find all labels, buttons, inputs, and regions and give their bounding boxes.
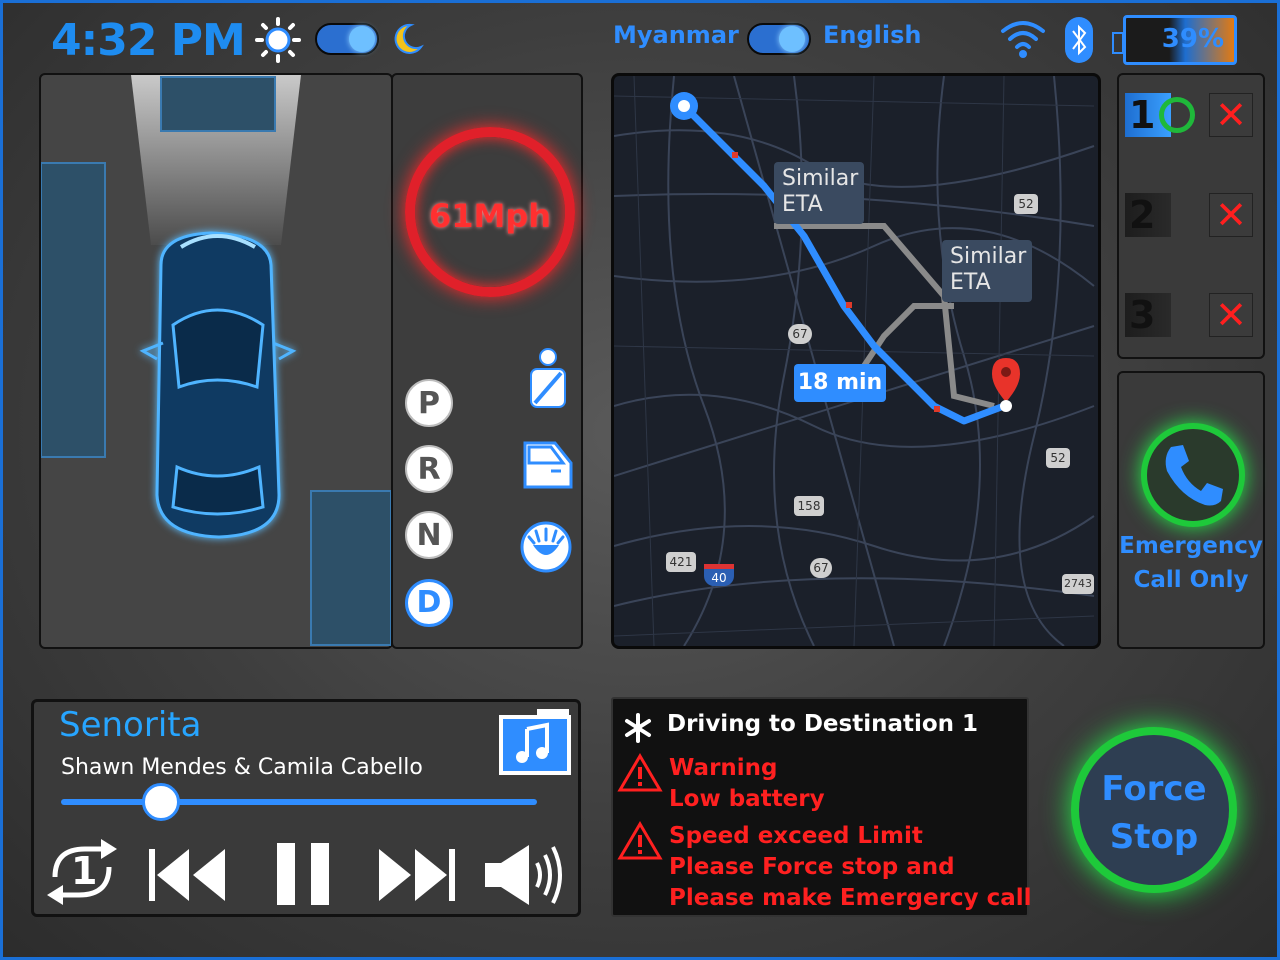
bluetooth-icon[interactable]: [1065, 17, 1093, 63]
battery-indicator: 39%: [1112, 15, 1237, 65]
moon-icon[interactable]: [389, 21, 425, 57]
warning1-line1: Warning: [669, 755, 778, 781]
gear-r-button[interactable]: R: [405, 445, 453, 493]
playback-progress-handle[interactable]: [141, 783, 180, 821]
route-label-alt1[interactable]: Similar ETA: [774, 162, 864, 224]
road-marker: 2743: [1062, 574, 1094, 594]
destination-3-button[interactable]: 3: [1125, 293, 1171, 337]
destination-2-number: 2: [1129, 193, 1156, 237]
destination-list-panel: 1 ✕ 2 ✕ 3 ✕: [1117, 73, 1265, 359]
road-marker: 67: [810, 558, 832, 578]
drive-status-panel: 61Mph P R N D: [391, 73, 583, 649]
destination-2-button[interactable]: 2: [1125, 193, 1171, 237]
wifi-icon[interactable]: [999, 17, 1047, 59]
language-english[interactable]: English: [823, 21, 921, 49]
emergency-call-panel[interactable]: Emergency Call Only: [1117, 371, 1265, 649]
emergency-label-line2: Call Only: [1133, 567, 1249, 593]
road-marker: 67: [788, 324, 812, 344]
theme-toggle-knob: [349, 26, 375, 52]
route-label-alt2[interactable]: Similar ETA: [942, 240, 1032, 302]
seatbelt-icon: [525, 347, 571, 411]
route-eta-label[interactable]: 18 min: [794, 364, 886, 402]
warning-triangle-icon: [617, 753, 663, 793]
warning2-line1: Speed exceed Limit: [669, 823, 923, 849]
alert-header: Driving to Destination 1: [667, 711, 979, 737]
force-stop-label-line1: Force: [1101, 769, 1207, 809]
headlight-icon: [519, 521, 573, 573]
active-destination-ring-icon: [1159, 97, 1195, 133]
phone-icon: [1165, 445, 1223, 506]
asterisk-icon: [621, 711, 655, 745]
destination-3-number: 3: [1129, 293, 1156, 337]
repeat-one-button[interactable]: 1: [41, 837, 123, 907]
battery-percent: 39%: [1161, 24, 1224, 54]
door-icon: [521, 439, 575, 491]
language-toggle[interactable]: [747, 23, 811, 55]
emergency-label-line1: Emergency: [1119, 533, 1263, 559]
theme-toggle[interactable]: [315, 23, 379, 55]
speed-value: 61Mph: [428, 197, 552, 235]
road-marker: 52: [1014, 194, 1038, 214]
music-library-icon[interactable]: [497, 707, 573, 777]
destination-1-remove-button[interactable]: ✕: [1209, 93, 1253, 137]
road-marker: 52: [1046, 448, 1070, 468]
sun-icon[interactable]: [255, 17, 301, 63]
destination-2-remove-button[interactable]: ✕: [1209, 193, 1253, 237]
navigation-map[interactable]: Similar ETA Similar ETA 18 min 52 67 52 …: [611, 73, 1101, 649]
playback-progress-track[interactable]: [61, 799, 537, 805]
destination-1-number: 1: [1129, 93, 1156, 137]
gear-n-button[interactable]: N: [405, 511, 453, 559]
warning-triangle-icon: [617, 821, 663, 861]
pause-button[interactable]: [275, 841, 331, 907]
language-toggle-knob: [779, 26, 805, 52]
previous-track-button[interactable]: [147, 847, 227, 903]
warning2-line3: Please make Emergercy call: [669, 885, 1032, 911]
road-marker: 158: [794, 496, 824, 516]
volume-icon[interactable]: [483, 843, 569, 907]
force-stop-button[interactable]: Force Stop: [1071, 727, 1237, 893]
clock: 4:32 PM: [51, 15, 246, 66]
emergency-call-button[interactable]: [1141, 423, 1245, 527]
interstate-marker: 40: [704, 564, 734, 586]
force-stop-label-line2: Stop: [1109, 817, 1199, 857]
car-view-panel: [39, 73, 393, 649]
gear-p-button[interactable]: P: [405, 379, 453, 427]
warning1-line2: Low battery: [669, 786, 825, 812]
repeat-count: 1: [71, 849, 98, 893]
language-myanmar[interactable]: Myanmar: [613, 21, 739, 49]
gear-d-button[interactable]: D: [405, 579, 453, 627]
car-topdown-illustration: [41, 75, 391, 646]
destination-3-remove-button[interactable]: ✕: [1209, 293, 1253, 337]
battery-icon: [1112, 32, 1124, 54]
song-title: Senorita: [59, 705, 202, 745]
warning2-line2: Please Force stop and: [669, 854, 955, 880]
next-track-button[interactable]: [377, 847, 457, 903]
road-marker: 421: [666, 552, 696, 572]
song-artist: Shawn Mendes & Camila Cabello: [61, 755, 423, 780]
alert-panel: Driving to Destination 1 Warning Low bat…: [611, 697, 1032, 917]
